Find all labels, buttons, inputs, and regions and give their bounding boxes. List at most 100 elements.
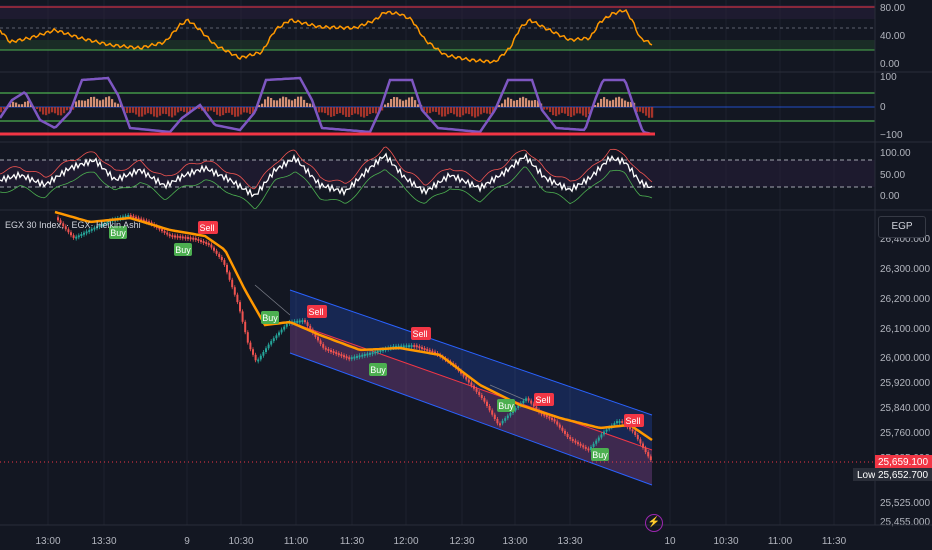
time-tick: 10 bbox=[664, 536, 676, 547]
histogram-bar bbox=[81, 100, 84, 107]
histogram-bar bbox=[36, 107, 39, 109]
histogram-bar bbox=[564, 107, 567, 114]
time-tick: 13:30 bbox=[91, 536, 116, 547]
time-tick: 11:00 bbox=[284, 536, 309, 547]
histogram-bar bbox=[513, 100, 516, 107]
histogram-bar bbox=[270, 98, 273, 107]
indicator-pane-1[interactable] bbox=[0, 5, 932, 73]
histogram-bar bbox=[0, 107, 3, 113]
price-tick: 26,100.000 bbox=[880, 324, 930, 335]
main-price-pane[interactable]: BuyBuySellBuySellBuySellBuySellBuySell E… bbox=[0, 210, 875, 486]
candle-body bbox=[566, 433, 569, 438]
histogram-bar bbox=[291, 100, 294, 107]
price-axis[interactable]: 80.00 40.00 0.00 100 0 −100 100.00 50.00… bbox=[853, 0, 932, 528]
histogram-bar bbox=[615, 97, 618, 107]
candle-body bbox=[374, 351, 377, 354]
candle-body bbox=[509, 413, 512, 416]
histogram-bar bbox=[414, 100, 417, 107]
candle-body bbox=[257, 359, 260, 362]
candle-body bbox=[517, 405, 520, 408]
histogram-bar bbox=[387, 102, 390, 107]
histogram-bar bbox=[105, 97, 108, 107]
time-ticks: 13:00 13:30 9 10:30 11:00 11:30 12:00 12:30 13:0… bbox=[35, 536, 846, 547]
histogram-bar bbox=[417, 104, 420, 107]
candle-body bbox=[85, 231, 88, 234]
candle-body bbox=[304, 320, 306, 323]
candle-body bbox=[644, 447, 647, 453]
time-tick: 12:30 bbox=[449, 536, 474, 547]
histogram-bar bbox=[642, 107, 645, 114]
histogram-bar bbox=[309, 103, 312, 107]
candle-body bbox=[522, 400, 525, 404]
time-axis[interactable]: 13:00 13:30 9 10:30 11:00 11:30 12:00 12:30 13:0… bbox=[0, 524, 932, 547]
histogram-bar bbox=[609, 100, 612, 107]
candle-body bbox=[545, 415, 548, 418]
candle-body bbox=[181, 236, 184, 239]
candle-body bbox=[358, 355, 361, 358]
price-tick: 25,840.000 bbox=[880, 403, 930, 414]
histogram-bar bbox=[297, 96, 300, 107]
histogram-bar bbox=[267, 96, 270, 107]
candle-body bbox=[402, 345, 405, 348]
candle-body bbox=[166, 232, 169, 235]
candle-body bbox=[504, 418, 507, 421]
histogram-bar bbox=[294, 98, 297, 107]
histogram-bar bbox=[330, 107, 333, 117]
candle-body bbox=[467, 379, 470, 383]
histogram-bar bbox=[549, 107, 552, 112]
histogram-bar bbox=[366, 107, 369, 116]
histogram-bar bbox=[516, 100, 519, 107]
histogram-bar bbox=[390, 99, 393, 107]
lightning-icon[interactable]: ⚡ bbox=[645, 514, 663, 532]
histogram-bar bbox=[444, 107, 447, 117]
histogram-bar bbox=[504, 99, 507, 107]
histogram-bar bbox=[408, 97, 411, 107]
candle-body bbox=[587, 448, 590, 451]
candle-body bbox=[70, 232, 72, 236]
histogram-bar bbox=[531, 100, 534, 107]
candle-body bbox=[246, 332, 249, 343]
candle-body bbox=[270, 341, 273, 345]
candle-body bbox=[465, 376, 468, 380]
histogram-bar bbox=[621, 98, 624, 107]
indicator-pane-3[interactable] bbox=[0, 146, 932, 211]
histogram-bar bbox=[396, 97, 399, 107]
histogram-bar bbox=[207, 107, 210, 112]
indicator-pane-2[interactable] bbox=[0, 76, 932, 143]
trading-chart[interactable]: BuyBuySellBuySellBuySellBuySellBuySell E… bbox=[0, 0, 932, 550]
candle-body bbox=[275, 335, 278, 339]
histogram-bar bbox=[42, 107, 45, 115]
histogram-bar bbox=[552, 107, 555, 116]
histogram-bar bbox=[603, 97, 606, 107]
candle-body bbox=[80, 234, 83, 236]
histogram-bar bbox=[339, 107, 342, 114]
signal-label: Sell bbox=[308, 307, 323, 317]
histogram-bar bbox=[261, 103, 264, 107]
low-label: Low bbox=[857, 470, 876, 481]
candle-body bbox=[179, 236, 182, 239]
histogram-bar bbox=[489, 107, 492, 115]
histogram-bar bbox=[78, 100, 81, 107]
candle-body bbox=[418, 346, 421, 349]
histogram-bar bbox=[363, 107, 366, 118]
candle-body bbox=[569, 437, 572, 440]
currency-selector[interactable]: EGP bbox=[878, 216, 926, 238]
histogram-bar bbox=[111, 99, 114, 107]
candle-body bbox=[499, 423, 501, 426]
vertical-grid bbox=[47, 0, 835, 525]
histogram-bar bbox=[225, 107, 228, 114]
histogram-bar bbox=[399, 99, 402, 107]
time-tick: 11:30 bbox=[822, 536, 847, 547]
pane3-tick: 50.00 bbox=[880, 170, 905, 181]
histogram-bar bbox=[165, 107, 168, 115]
histogram-bar bbox=[60, 107, 63, 116]
candle-body bbox=[415, 345, 418, 348]
histogram-bar bbox=[447, 107, 450, 115]
candle-body bbox=[88, 230, 91, 233]
histogram-bar bbox=[129, 107, 132, 113]
histogram-bar bbox=[108, 96, 111, 107]
histogram-bar bbox=[432, 107, 435, 112]
candle-body bbox=[75, 236, 78, 239]
histogram-bar bbox=[150, 107, 153, 115]
candle-body bbox=[77, 235, 80, 238]
